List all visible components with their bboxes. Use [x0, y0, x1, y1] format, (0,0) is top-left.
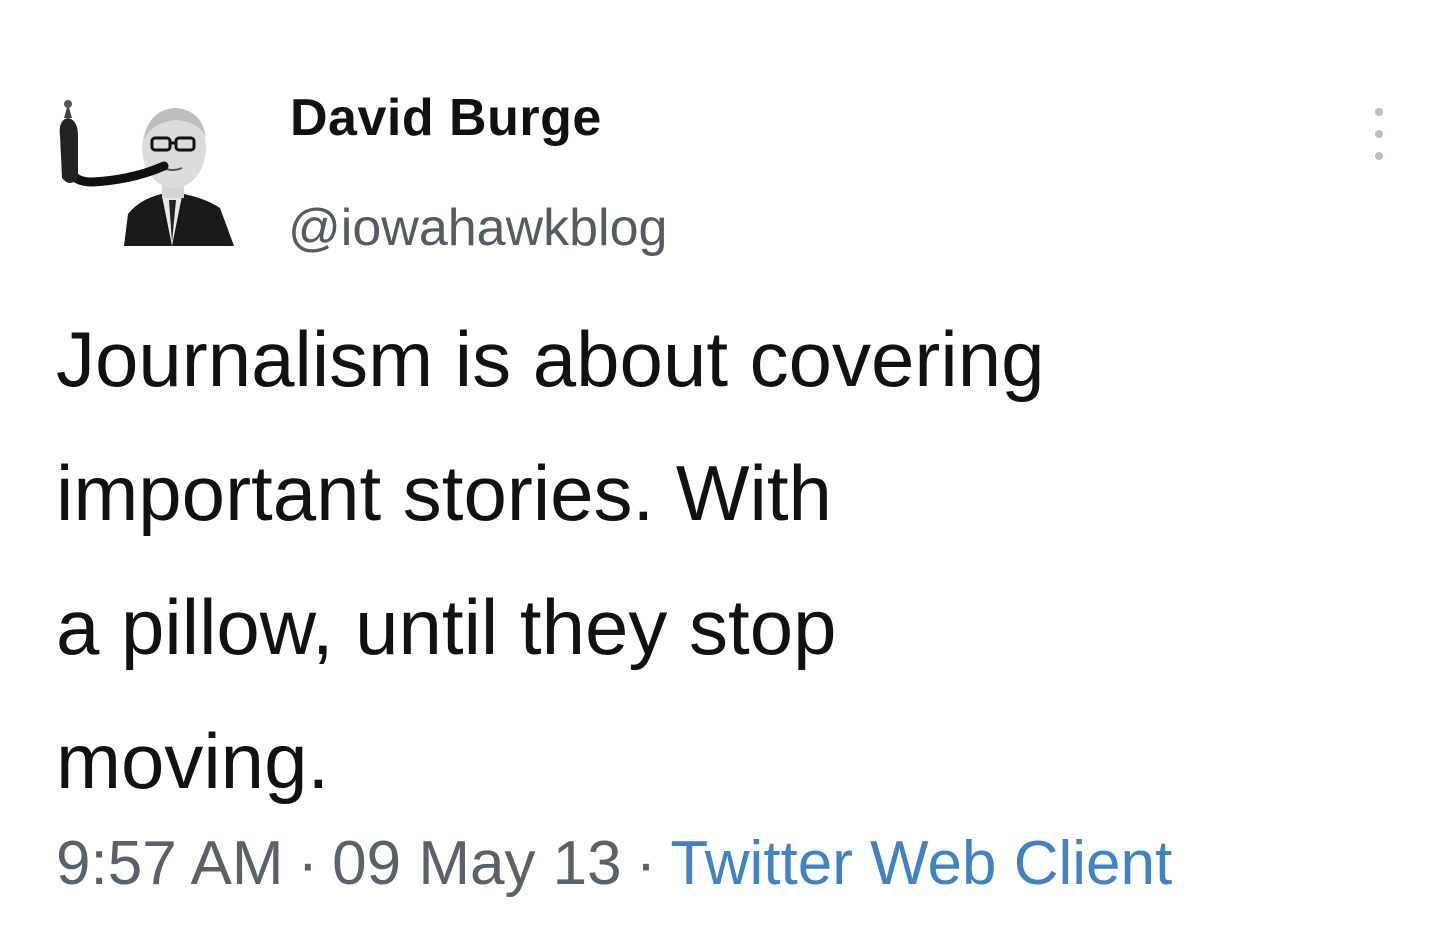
avatar[interactable] [52, 96, 242, 252]
more-vertical-icon [1375, 152, 1383, 160]
more-options-button[interactable] [1362, 108, 1396, 160]
meta-separator: · [635, 829, 657, 898]
tweet-time[interactable]: 9:57 AM [56, 829, 283, 898]
tweet-text-line: Journalism is about covering [56, 315, 1045, 403]
avatar-man-with-pipe-icon [59, 100, 234, 246]
author-handle[interactable]: @iowahawkblog [288, 198, 667, 258]
tweet-meta: 9:57 AM · 09 May 13 · Twitter Web Client [56, 828, 1172, 899]
tweet-text: Journalism is about covering important s… [56, 292, 1416, 828]
more-vertical-icon [1375, 130, 1383, 138]
tweet-date[interactable]: 09 May 13 [332, 829, 622, 898]
more-vertical-icon [1375, 108, 1383, 116]
tweet-client-link[interactable]: Twitter Web Client [670, 829, 1172, 898]
tweet-text-line: moving. [56, 717, 330, 805]
meta-separator: · [297, 829, 319, 898]
tweet-text-line: important stories. With [56, 449, 832, 537]
tweet-card: David Burge @iowahawkblog Journalism is … [0, 0, 1456, 949]
tweet-text-line: a pillow, until they stop [56, 583, 837, 671]
author-display-name[interactable]: David Burge [290, 88, 602, 148]
